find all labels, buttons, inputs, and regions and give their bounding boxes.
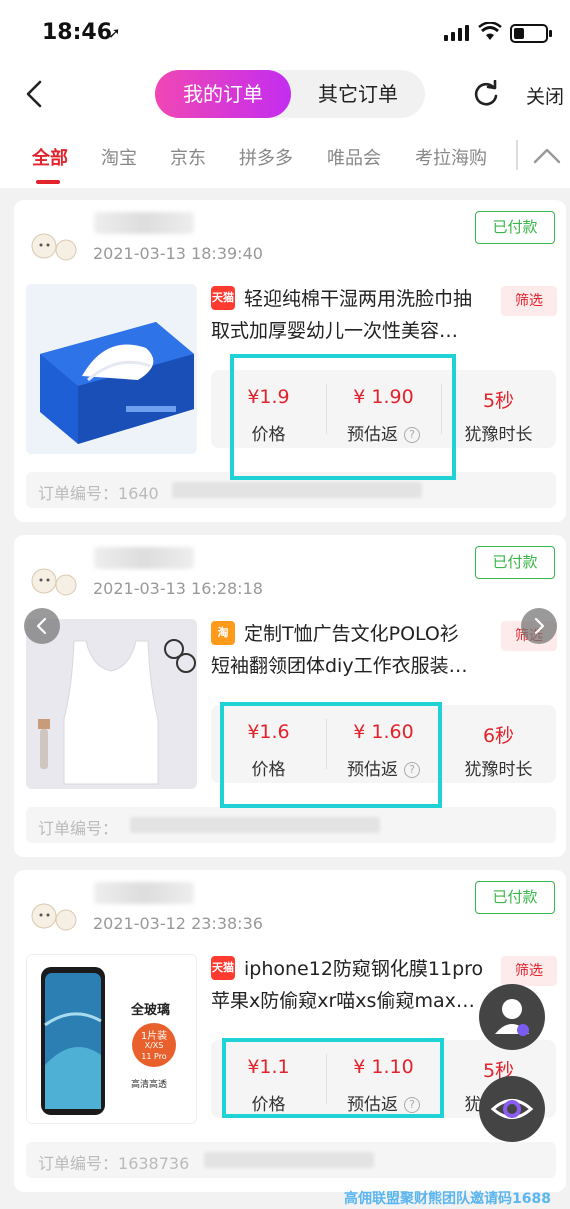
order-date: 2021-03-13 16:28:18 (93, 579, 263, 598)
hesitate-label: 犹豫时长 (464, 760, 533, 780)
profile-float-button[interactable] (479, 984, 545, 1050)
avatar (31, 903, 77, 931)
order-date: 2021-03-12 23:38:36 (93, 914, 263, 933)
tab-other-orders[interactable]: 其它订单 (291, 70, 425, 118)
product-image[interactable] (26, 284, 197, 454)
watermark-text: 高佣联盟聚财熊团队邀请码1688 (344, 1191, 551, 1207)
chevron-left-icon (36, 617, 47, 635)
order-number-partial: 1640 (118, 484, 159, 503)
product-image[interactable] (26, 619, 197, 789)
hesitate-stat: 6秒 犹豫时长 (441, 705, 556, 783)
order-number-row: 订单编号：1638736 (26, 1142, 556, 1178)
product-title-line2[interactable]: 苹果x防偷窥xr喵xs偷窥max… (211, 986, 475, 1013)
hesitate-label: 犹豫时长 (464, 425, 533, 445)
battery-icon (510, 24, 548, 43)
order-number-label: 订单编号： (38, 815, 118, 839)
product-title-line1[interactable]: 轻迎纯棉干湿两用洗脸巾抽 (244, 284, 472, 311)
order-number-partial: 1638736 (118, 1154, 190, 1173)
order-number-redacted (172, 482, 422, 498)
order-number-label-text: 订单编号： (38, 819, 119, 838)
eye-float-button[interactable] (479, 1076, 545, 1142)
tab-my-orders[interactable]: 我的订单 (155, 70, 291, 118)
status-badge: 已付款 (475, 546, 555, 579)
order-card[interactable]: 2021-03-13 16:28:18 已付款 淘 定制T恤广告文化POLO衫 … (14, 535, 566, 857)
order-number-label: 订单编号：1640 (38, 480, 159, 504)
product-image-badge: 1片装 (140, 1031, 168, 1042)
hesitate-value: 5秒 (482, 390, 515, 412)
tab-pinduoduo[interactable]: 拼多多 (239, 144, 293, 170)
order-number-redacted (130, 817, 380, 833)
highlight-box (222, 1038, 444, 1118)
status-time: 18:46 (42, 20, 113, 45)
order-type-switch: 我的订单 其它订单 (155, 70, 425, 118)
tab-kaola[interactable]: 考拉海购 (415, 144, 487, 170)
status-bar: 18:46 ➚ (0, 0, 570, 62)
tab-vipshop[interactable]: 唯品会 (327, 144, 381, 170)
battery-tip (549, 30, 552, 37)
product-image[interactable]: 全玻璃 1片装 X/XS 11 Pro 高清高透 (26, 954, 197, 1124)
platform-tabs: 全部 淘宝 京东 拼多多 唯品会 考拉海购 (0, 126, 570, 188)
user-name-redacted (94, 547, 194, 569)
eye-icon (490, 1099, 534, 1119)
filter-button[interactable]: 筛选 (501, 286, 557, 316)
avatar (31, 568, 77, 596)
product-title-line1[interactable]: 定制T恤广告文化POLO衫 (244, 619, 459, 646)
hesitate-value: 6秒 (482, 725, 515, 747)
avatar (31, 233, 77, 261)
status-badge: 已付款 (475, 881, 555, 914)
user-name-redacted (94, 882, 194, 904)
product-image-badge-model2: 11 Pro (141, 1052, 167, 1061)
cellular-signal-icon (444, 25, 469, 41)
app-header: 我的订单 其它订单 关闭 (0, 62, 570, 126)
hesitate-stat: 5秒 犹豫时长 (441, 370, 556, 448)
filter-button[interactable]: 筛选 (501, 956, 557, 986)
status-badge: 已付款 (475, 211, 555, 244)
tab-jd[interactable]: 京东 (170, 144, 206, 170)
tab-all[interactable]: 全部 (32, 144, 68, 170)
order-number-redacted (204, 1152, 374, 1168)
user-name-redacted (94, 212, 194, 234)
refresh-icon[interactable] (472, 80, 500, 108)
divider (516, 140, 518, 170)
product-title-line2[interactable]: 取式加厚婴幼儿一次性美容… (211, 316, 458, 343)
carousel-prev-button[interactable] (24, 608, 60, 644)
back-arrow-icon[interactable] (22, 78, 48, 110)
order-number-label-text: 订单编号： (38, 1154, 119, 1173)
tab-taobao[interactable]: 淘宝 (101, 144, 137, 170)
order-date: 2021-03-13 18:39:40 (93, 244, 263, 263)
product-image-caption: 全玻璃 (131, 1003, 171, 1018)
product-title-line2[interactable]: 短袖翻领团体diy工作衣服装… (211, 651, 468, 678)
taobao-icon: 淘 (211, 621, 235, 645)
product-image-badge-model: X/XS (144, 1041, 164, 1050)
highlight-box (230, 354, 456, 480)
carousel-next-button[interactable] (521, 608, 557, 644)
active-tab-indicator (36, 180, 60, 184)
tmall-icon: 天猫 (211, 956, 235, 980)
chevron-right-icon (534, 617, 545, 635)
close-button[interactable]: 关闭 (526, 82, 564, 109)
product-title-line1[interactable]: iphone12防窥钢化膜11pro (244, 954, 483, 981)
highlight-box (220, 702, 442, 808)
chevron-up-icon[interactable] (532, 144, 562, 166)
product-image-caption2: 高清高透 (131, 1080, 168, 1090)
tmall-icon: 天猫 (211, 286, 235, 310)
order-number-label: 订单编号：1638736 (38, 1150, 189, 1174)
location-icon: ➚ (108, 24, 121, 42)
wifi-icon (478, 22, 502, 40)
user-icon (495, 999, 529, 1036)
order-number-label-text: 订单编号： (38, 484, 119, 503)
order-number-row: 订单编号： (26, 807, 556, 843)
